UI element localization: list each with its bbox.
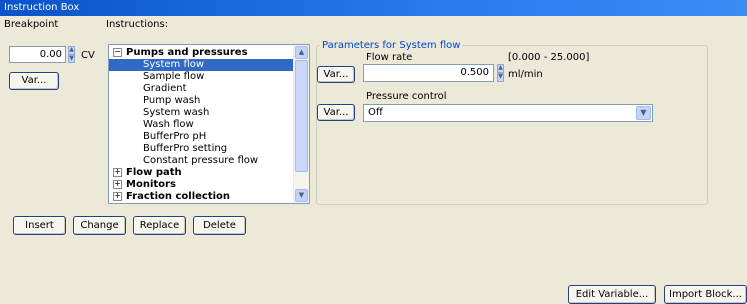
edit-variable-button[interactable]: Edit Variable... bbox=[568, 285, 656, 304]
chevron-down-icon[interactable]: ▼ bbox=[636, 106, 651, 120]
tree-item-sample-flow[interactable]: Sample flow bbox=[109, 71, 309, 83]
tree-item-bufferpro-ph[interactable]: BufferPro pH bbox=[109, 131, 309, 143]
tree-group-label: Flow path bbox=[126, 167, 182, 178]
scroll-down-icon[interactable]: ▼ bbox=[295, 189, 308, 202]
flow-rate-unit: ml/min bbox=[508, 69, 543, 80]
tree-group-pumps-and-pressures[interactable]: − Pumps and pressures bbox=[109, 47, 309, 59]
tree-item-bufferpro-setting[interactable]: BufferPro setting bbox=[109, 143, 309, 155]
flow-rate-spinner[interactable]: ▲ ▼ bbox=[497, 64, 504, 82]
instructions-tree[interactable]: − Pumps and pressures System flow Sample … bbox=[108, 44, 310, 204]
breakpoint-var-button[interactable]: Var... bbox=[9, 72, 59, 90]
collapse-icon[interactable]: − bbox=[113, 47, 122, 57]
pressure-control-var-button[interactable]: Var... bbox=[317, 104, 355, 121]
tree-item-constant-pressure-flow[interactable]: Constant pressure flow bbox=[109, 155, 309, 167]
tree-group-flow-path[interactable]: + Flow path bbox=[109, 167, 309, 179]
pressure-control-label: Pressure control bbox=[366, 91, 447, 102]
spin-up-icon[interactable]: ▲ bbox=[68, 46, 75, 55]
replace-button[interactable]: Replace bbox=[133, 216, 186, 235]
tree-item-system-flow[interactable]: System flow bbox=[109, 59, 309, 71]
flow-rate-input[interactable]: 0.500 bbox=[363, 64, 494, 82]
tree-item-pump-wash[interactable]: Pump wash bbox=[109, 95, 309, 107]
tree-group-label: Monitors bbox=[126, 179, 176, 190]
parameters-group-title: Parameters for System flow bbox=[320, 40, 463, 51]
expand-icon[interactable]: + bbox=[113, 167, 122, 177]
tree-group-monitors[interactable]: + Monitors bbox=[109, 179, 309, 191]
flow-rate-range: [0.000 - 25.000] bbox=[508, 52, 590, 63]
window-title-bar: Instruction Box bbox=[0, 0, 747, 16]
breakpoint-unit: CV bbox=[81, 50, 95, 61]
tree-group-fraction-collection[interactable]: + Fraction collection bbox=[109, 191, 309, 203]
spin-down-icon[interactable]: ▼ bbox=[497, 73, 504, 82]
tree-item-system-wash[interactable]: System wash bbox=[109, 107, 309, 119]
tree-group-label: Pumps and pressures bbox=[126, 47, 248, 58]
instructions-label: Instructions: bbox=[106, 19, 169, 30]
spin-down-icon[interactable]: ▼ bbox=[68, 54, 75, 63]
pressure-control-value: Off bbox=[368, 107, 383, 118]
breakpoint-spinner[interactable]: ▲ ▼ bbox=[68, 46, 75, 63]
delete-button[interactable]: Delete bbox=[193, 216, 246, 235]
tree-group-label: Fraction collection bbox=[126, 191, 231, 202]
breakpoint-label: Breakpoint bbox=[4, 19, 59, 30]
scroll-up-icon[interactable]: ▲ bbox=[295, 46, 308, 59]
breakpoint-input[interactable]: 0.00 bbox=[9, 46, 66, 63]
tree-scrollbar[interactable]: ▲ ▼ bbox=[293, 45, 309, 203]
flow-rate-var-button[interactable]: Var... bbox=[317, 66, 355, 83]
change-button[interactable]: Change bbox=[73, 216, 126, 235]
tree-item-gradient[interactable]: Gradient bbox=[109, 83, 309, 95]
spin-up-icon[interactable]: ▲ bbox=[497, 64, 504, 73]
expand-icon[interactable]: + bbox=[113, 191, 122, 201]
expand-icon[interactable]: + bbox=[113, 179, 122, 189]
insert-button[interactable]: Insert bbox=[13, 216, 66, 235]
pressure-control-select[interactable]: Off ▼ bbox=[363, 104, 653, 122]
import-block-button[interactable]: Import Block... bbox=[664, 285, 747, 304]
flow-rate-label: Flow rate bbox=[366, 52, 413, 63]
scrollbar-thumb[interactable] bbox=[295, 60, 308, 172]
tree-item-wash-flow[interactable]: Wash flow bbox=[109, 119, 309, 131]
